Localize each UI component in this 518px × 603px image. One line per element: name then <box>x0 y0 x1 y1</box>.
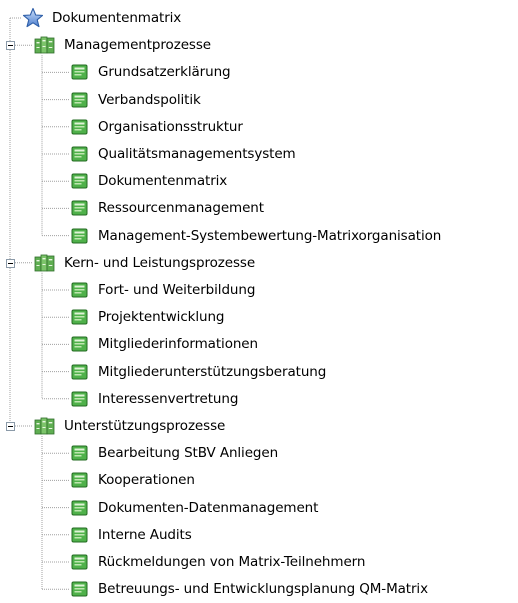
tree-group-managementprozesse-label: Managementprozesse <box>64 37 211 54</box>
tree-item-interessenvertretung-label: Interessenvertretung <box>98 390 239 407</box>
tree-item-ressourcenmanagement[interactable]: Ressourcenmanagement <box>70 195 264 222</box>
tree-item-dokumentenmatrix[interactable]: Dokumentenmatrix <box>70 168 227 195</box>
tree-item-bearbeitung-stbv-anliegen-label: Bearbeitung StBV Anliegen <box>98 445 279 462</box>
tree-item-organisationsstruktur[interactable]: Organisationsstruktur <box>70 113 243 140</box>
tree-item-verbandspolitik-label: Verbandspolitik <box>98 91 201 108</box>
tree-item-mitgliederinformationen-label: Mitgliederinformationen <box>98 336 258 353</box>
tree-group-unterstuetzungsprozesse[interactable]: Unterstützungsprozesse <box>34 413 225 440</box>
tree-item-interne-audits-label: Interne Audits <box>98 526 192 543</box>
tree-item-organisationsstruktur-label: Organisationsstruktur <box>98 118 243 135</box>
tree-item-mitgliederunterstuetzungsberatung[interactable]: Mitgliederunterstützungsberatung <box>70 358 326 385</box>
collapse-toggle-unterstuetzungsprozesse[interactable] <box>6 422 15 431</box>
document-icon <box>70 117 90 137</box>
collapse-toggle-managementprozesse[interactable] <box>6 41 15 51</box>
document-icon <box>70 144 90 164</box>
document-icon <box>70 334 90 354</box>
tree-item-dokumenten-datenmanagement-label: Dokumenten-Datenmanagement <box>98 499 319 516</box>
document-icon <box>70 90 90 110</box>
tree-item-qualitaetsmanagementsystem-label: Qualitätsmanagementsystem <box>98 146 296 162</box>
tree-item-ressourcenmanagement-label: Ressourcenmanagement <box>98 200 264 217</box>
star-icon <box>22 7 44 29</box>
document-icon <box>70 579 90 599</box>
book-stack-icon <box>34 35 56 55</box>
tree-item-rueckmeldungen-von-matrix-teilnehmern-label: Rückmeldungen von Matrix-Teilnehmern <box>98 554 366 570</box>
tree-root-node[interactable]: Dokumentenmatrix <box>22 5 181 32</box>
book-stack-icon <box>34 253 56 273</box>
tree-item-mitgliederinformationen[interactable]: Mitgliederinformationen <box>70 331 258 358</box>
tree-item-kooperationen[interactable]: Kooperationen <box>70 467 195 494</box>
document-icon <box>70 525 90 545</box>
tree-root-node-label: Dokumentenmatrix <box>52 10 182 26</box>
tree-item-projektentwicklung-label: Projektentwicklung <box>98 309 225 326</box>
tree-group-kern-und-leistungsprozesse[interactable]: Kern- und Leistungsprozesse <box>34 249 255 276</box>
book-stack-icon <box>34 416 56 436</box>
tree-item-grundsatzerklaerung[interactable]: Grundsatzerklärung <box>70 59 231 86</box>
collapse-toggle-kern-und-leistungsprozesse[interactable] <box>6 258 15 268</box>
tree-item-fort-und-weiterbildung[interactable]: Fort- und Weiterbildung <box>70 277 255 304</box>
tree-item-management-systembewertung-matrixorganisation-label: Management-Systembewertung-Matrixorganis… <box>98 227 442 244</box>
tree-item-betreuungs-und-entwicklungsplanung-qm-matrix[interactable]: Betreuungs- und Entwicklungsplanung QM-M… <box>70 576 428 603</box>
tree-item-interessenvertretung[interactable]: Interessenvertretung <box>70 385 238 412</box>
document-icon <box>70 552 90 572</box>
tree-item-fort-und-weiterbildung-label: Fort- und Weiterbildung <box>98 282 256 298</box>
tree-item-kooperationen-label: Kooperationen <box>98 472 195 489</box>
tree-item-bearbeitung-stbv-anliegen[interactable]: Bearbeitung StBV Anliegen <box>70 440 278 467</box>
tree-item-interne-audits[interactable]: Interne Audits <box>70 521 192 548</box>
tree-item-projektentwicklung[interactable]: Projektentwicklung <box>70 304 225 331</box>
tree-group-kern-und-leistungsprozesse-label: Kern- und Leistungsprozesse <box>64 254 256 271</box>
tree-group-unterstuetzungsprozesse-label: Unterstützungsprozesse <box>64 418 226 434</box>
document-icon <box>70 280 90 300</box>
document-icon <box>70 498 90 518</box>
tree-item-betreuungs-und-entwicklungsplanung-qm-matrix-label: Betreuungs- und Entwicklungsplanung QM-M… <box>98 581 428 598</box>
tree-item-grundsatzerklaerung-label: Grundsatzerklärung <box>98 64 231 81</box>
document-icon <box>70 307 90 327</box>
tree-item-verbandspolitik[interactable]: Verbandspolitik <box>70 86 201 113</box>
document-icon <box>70 226 90 246</box>
tree-item-qualitaetsmanagementsystem[interactable]: Qualitätsmanagementsystem <box>70 141 296 168</box>
document-icon <box>70 362 90 382</box>
tree-item-mitgliederunterstuetzungsberatung-label: Mitgliederunterstützungsberatung <box>98 363 327 380</box>
tree-group-managementprozesse[interactable]: Managementprozesse <box>34 32 211 59</box>
document-icon <box>70 470 90 490</box>
tree-item-management-systembewertung-matrixorganisation[interactable]: Management-Systembewertung-Matrixorganis… <box>70 222 441 249</box>
document-icon <box>70 62 90 82</box>
document-icon <box>70 443 90 463</box>
document-icon <box>70 171 90 191</box>
tree-item-rueckmeldungen-von-matrix-teilnehmern[interactable]: Rückmeldungen von Matrix-Teilnehmern <box>70 549 365 576</box>
tree-item-dokumentenmatrix-label: Dokumentenmatrix <box>98 173 228 190</box>
document-icon <box>70 389 90 409</box>
document-icon <box>70 198 90 218</box>
document-tree: Dokumentenmatrix Managementprozesse Grunds… <box>0 0 518 597</box>
tree-item-dokumenten-datenmanagement[interactable]: Dokumenten-Datenmanagement <box>70 494 318 521</box>
